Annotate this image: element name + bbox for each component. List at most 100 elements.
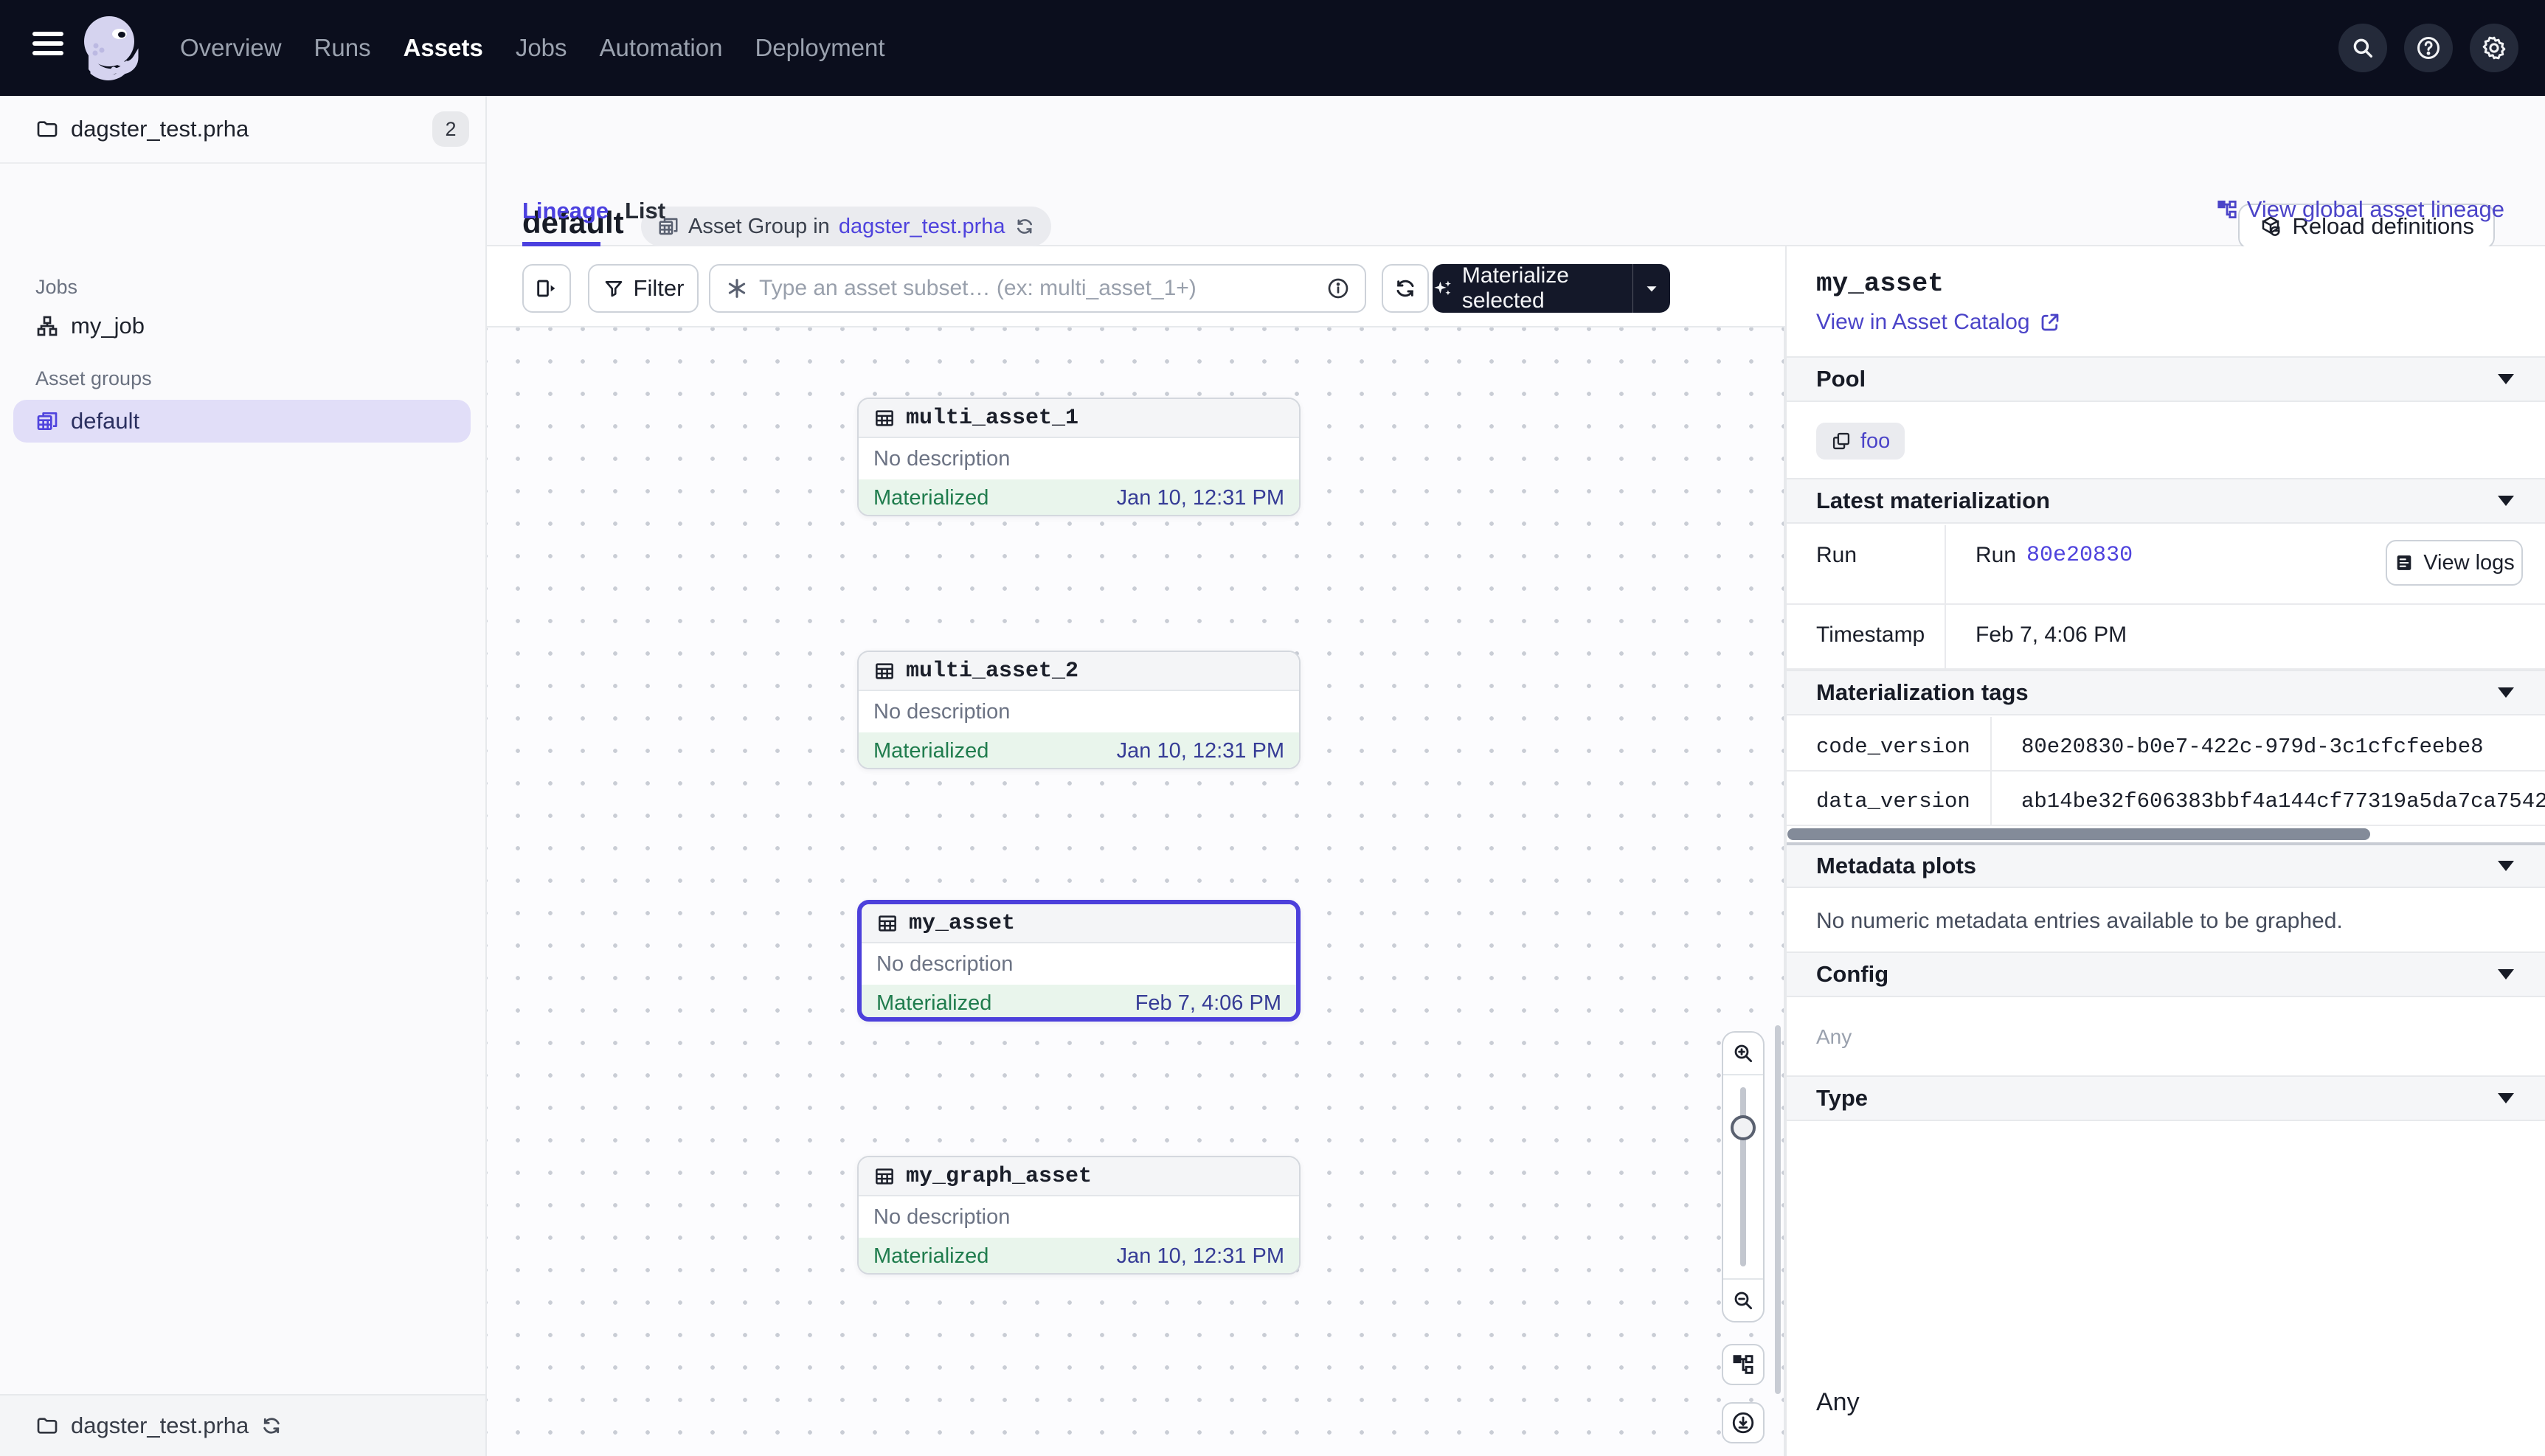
sidebar-item-default-group[interactable]: default [13,400,471,443]
filter-label: Filter [634,275,685,302]
asset-subset-search[interactable] [709,264,1366,313]
materialize-selected-button[interactable]: Materialize selected [1433,264,1670,313]
view-logs-button[interactable]: View logs [2386,540,2523,586]
materialization-date-link[interactable]: Jan 10, 12:31 PM [1117,486,1284,510]
help-icon[interactable] [2404,24,2453,72]
sidebar-item-my-job[interactable]: my_job [35,313,145,339]
asset-node-header: my_asset [862,904,1296,943]
download-icon [1731,1410,1756,1435]
nav-jobs[interactable]: Jobs [516,34,567,62]
sidebar: dagster_test.prha 2 Jobs my_job Asset gr… [0,96,487,1456]
pool-tag-label: foo [1860,429,1890,454]
pool-tag-foo[interactable]: foo [1816,423,1905,460]
view-in-asset-catalog-link[interactable]: View in Asset Catalog [1816,310,2061,335]
panel-asset-title: my_asset [1816,268,1944,299]
sidebar-footer: dagster_test.prha [0,1394,485,1456]
filter-button[interactable]: Filter [588,264,699,313]
asset-node-header: my_graph_asset [859,1157,1299,1196]
tab-list[interactable]: List [625,198,665,224]
section-header-type[interactable]: Type [1785,1075,2545,1121]
section-header-materialization-tags[interactable]: Materialization tags [1785,670,2545,715]
zoom-slider[interactable] [1723,1074,1763,1280]
zoom-slider-handle[interactable] [1731,1115,1756,1140]
section-header-metadata-plots[interactable]: Metadata plots [1785,842,2545,888]
section-header-pool[interactable]: Pool [1785,356,2545,402]
asset-node-multi-asset-1[interactable]: multi_asset_1 No description Materialize… [857,398,1301,516]
asset-detail-panel: my_asset View in Asset Catalog Pool foo … [1785,246,2545,1456]
hamburger-menu-icon[interactable] [32,32,63,64]
materialize-selected-main[interactable]: Materialize selected [1433,264,1633,313]
download-image-button[interactable] [1722,1402,1765,1443]
section-header-latest-materialization[interactable]: Latest materialization [1785,478,2545,524]
asset-node-description: No description [859,1196,1299,1238]
info-icon[interactable] [1326,277,1350,300]
code-version-row: code_version 80e20830-b0e7-422c-979d-3c1… [1785,717,2545,772]
tags-horizontal-scrollbar[interactable] [1787,828,2370,840]
tab-lineage[interactable]: Lineage [522,198,609,224]
nav-assets[interactable]: Assets [404,34,483,62]
nav-automation[interactable]: Automation [600,34,723,62]
asset-node-name: my_asset [909,911,1015,936]
asset-node-name: my_graph_asset [906,1164,1092,1189]
materialization-date-link[interactable]: Feb 7, 4:06 PM [1135,991,1281,1016]
materialize-dropdown-caret[interactable] [1633,264,1670,313]
refresh-icon[interactable] [260,1415,283,1437]
lineage-graph-canvas[interactable]: multi_asset_1 No description Materialize… [487,327,1785,1456]
materialization-date-link[interactable]: Jan 10, 12:31 PM [1117,739,1284,763]
graph-vertical-scrollbar[interactable] [1775,1025,1781,1394]
lineage-graph-icon [1731,1353,1755,1376]
view-logs-label: View logs [2423,551,2515,575]
code-version-value: 80e20830-b0e7-422c-979d-3c1cfcfeebe8 [1992,717,2545,770]
view-global-asset-lineage-link[interactable]: View global asset lineage [2216,196,2504,223]
section-config-label: Config [1816,961,1888,988]
collapse-panel-button[interactable] [522,264,571,313]
run-id-link[interactable]: 80e20830 [2026,543,2133,568]
nav-runs[interactable]: Runs [314,34,371,62]
section-pool-label: Pool [1816,366,1866,392]
settings-gear-icon[interactable] [2470,24,2518,72]
refresh-icon[interactable] [1014,216,1035,237]
zoom-out-button[interactable] [1723,1280,1763,1321]
job-graph-icon [35,314,59,338]
nav-deployment[interactable]: Deployment [755,34,884,62]
zoom-in-button[interactable] [1723,1033,1763,1074]
timestamp-row-value: Feb 7, 4:06 PM [1946,605,2545,668]
zoom-out-icon [1731,1289,1755,1312]
asset-node-header: multi_asset_2 [859,652,1299,691]
dagster-logo[interactable] [81,13,142,83]
asset-node-multi-asset-2[interactable]: multi_asset_2 No description Materialize… [857,651,1301,769]
sidebar-asset-groups-label: Asset groups [35,367,152,390]
zoom-in-icon [1731,1041,1755,1065]
top-navigation-bar: Overview Runs Assets Jobs Automation Dep… [0,0,2545,96]
code-version-key: code_version [1785,717,1992,770]
primary-nav: Overview Runs Assets Jobs Automation Dep… [180,0,885,96]
panel-divider [1785,246,1787,1456]
materialize-selected-label: Materialize selected [1462,263,1632,313]
refresh-graph-button[interactable] [1382,264,1429,313]
asset-group-chip: Asset Group in dagster_test.prha [641,207,1051,246]
external-link-icon [2039,311,2061,333]
sidebar-repo-row[interactable]: dagster_test.prha 2 [0,96,485,164]
table-icon [873,660,896,682]
run-row-label: Run [1785,525,1946,603]
nav-overview[interactable]: Overview [180,34,282,62]
asset-node-header: multi_asset_1 [859,399,1299,438]
folder-icon [35,1414,59,1438]
relayout-graph-button[interactable] [1722,1344,1765,1385]
asset-subset-input[interactable] [759,276,1316,301]
materialization-date-link[interactable]: Jan 10, 12:31 PM [1117,1244,1284,1269]
timestamp-row-label: Timestamp [1785,605,1946,668]
search-icon[interactable] [2338,24,2387,72]
sidebar-repo-name: dagster_test.prha [71,116,249,142]
section-metadata-label: Metadata plots [1816,853,1976,879]
asset-node-my-asset-selected[interactable]: my_asset No description Materialized Feb… [857,900,1301,1022]
chip-repo-link[interactable]: dagster_test.prha [839,215,1005,239]
asset-node-description: No description [859,438,1299,479]
asset-node-status-row: Materialized Feb 7, 4:06 PM [862,985,1296,1022]
section-header-config[interactable]: Config [1785,951,2545,997]
sidebar-job-name: my_job [71,313,145,339]
materialized-status: Materialized [873,486,988,510]
asset-node-my-graph-asset[interactable]: my_graph_asset No description Materializ… [857,1156,1301,1275]
asset-node-status-row: Materialized Jan 10, 12:31 PM [859,1238,1299,1275]
chevron-down-icon [2498,496,2514,506]
